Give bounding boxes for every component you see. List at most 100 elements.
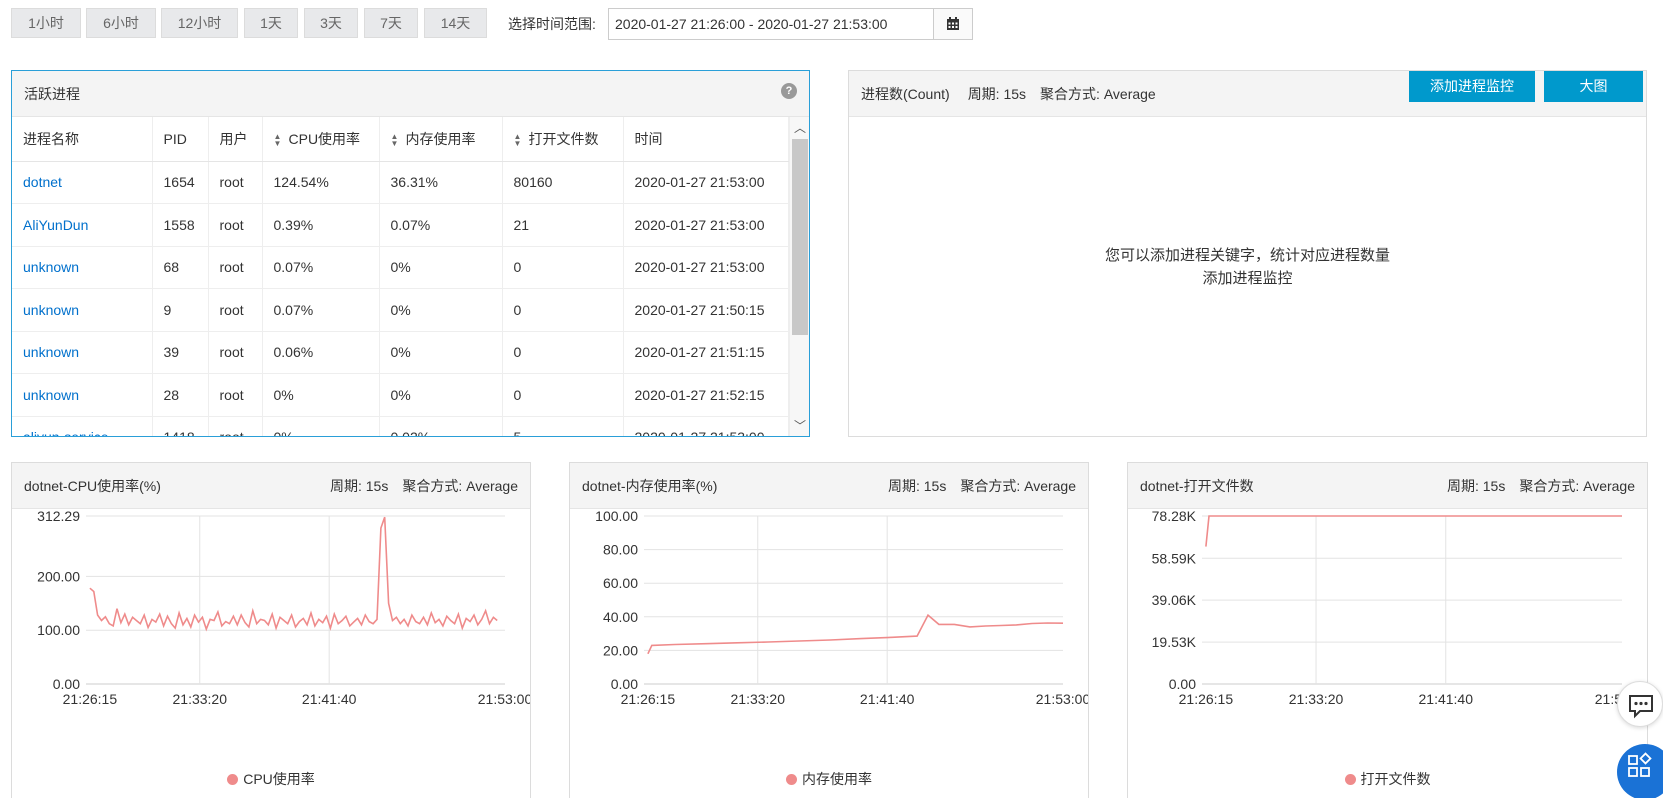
add-process-monitor-button[interactable]: 添加进程监控 [1409,71,1535,102]
process-name-cell[interactable]: dotnet [12,161,153,204]
col-open-files[interactable]: ▲ ▼ 打开文件数 [502,117,624,162]
process-count-header: 进程数(Count) 周期: 15s 聚合方式: Average 添加进程监控 … [849,71,1646,117]
sort-icon: ▲ ▼ [273,132,282,149]
x-tick-label: 21:33:20 [173,691,228,707]
active-process-header: 活跃进程 ? [12,71,809,117]
col-cpu[interactable]: ▲ ▼ CPU使用率 [262,117,380,162]
memory-usage-cell: 0.02% [379,416,503,436]
cpu-usage-cell: 0% [262,416,380,436]
chat-icon [1629,695,1653,719]
calendar-button[interactable] [933,8,973,40]
time-button-12h[interactable]: 12小时 [161,8,238,38]
period-label: 周期: 15s [1446,477,1506,494]
process-name-cell[interactable]: aliyun-service [12,416,153,436]
timestamp-cell: 2020-01-27 21:51:15 [623,331,789,374]
period-label: 周期: 15s [967,85,1027,102]
table-row[interactable]: aliyun-service1418root0%0.02%52020-01-27… [12,416,789,436]
open-files-cell: 0 [502,331,624,374]
chart-legend[interactable]: 内存使用率 [570,769,1088,789]
x-tick-label: 21:41:40 [302,691,357,707]
col-pid: PID [152,117,209,162]
open-files-cell: 0 [502,373,624,417]
apps-button[interactable] [1617,744,1663,798]
user-cell: root [208,416,263,436]
y-tick-label: 312.29 [37,510,80,524]
time-button-14d[interactable]: 14天 [424,8,487,38]
scroll-down-icon[interactable]: ﹀ [794,417,806,434]
chart-panel-memory: dotnet-内存使用率(%) 周期: 15s 聚合方式: Average 10… [569,462,1089,798]
chart-legend[interactable]: 打开文件数 [1128,769,1647,789]
open-files-cell: 21 [502,203,624,247]
y-tick-label: 200.00 [37,568,80,584]
user-cell: root [208,288,263,332]
process-name-cell[interactable]: AliYunDun [12,203,153,247]
monitor-page: { "time_buttons":["1小时","6小时","12小时","1天… [0,0,1663,798]
table-row[interactable]: AliYunDun 1558 root 0.39% 0.07% 21 2020-01-27 … [12,203,789,247]
x-tick-label: 21:53:00 [1036,691,1088,707]
scroll-up-icon[interactable]: ︿ [794,119,806,136]
y-tick-label: 0.00 [1169,676,1196,692]
y-tick-label: 19.53K [1152,634,1197,650]
y-tick-label: 20.00 [603,642,638,658]
user-cell: root [208,203,263,247]
pid-cell: 1654 [152,161,209,204]
chat-button[interactable] [1617,681,1663,727]
series-line [89,516,498,632]
y-tick-label: 60.00 [603,575,638,591]
col-memory-label: 内存使用率 [405,130,476,147]
process-name-cell[interactable]: unknown [12,246,153,289]
x-tick-label: 21:26:15 [63,691,118,707]
user-cell: root [208,331,263,374]
chart-title: dotnet-内存使用率(%) [582,477,718,494]
time-button-7d[interactable]: 7天 [364,8,418,38]
panel-title: 进程数(Count) [861,85,950,102]
user-cell: root [208,161,263,204]
y-tick-label: 39.06K [1152,592,1197,608]
series-line [647,613,1064,655]
legend-label: CPU使用率 [243,771,315,787]
time-button-1h[interactable]: 1小时 [11,8,81,38]
add-process-monitor-link[interactable]: 添加进程监控 [849,267,1646,288]
table-row[interactable]: unknown 9 root 0.07% 0% 0 2020-01-27 21:50:15 [12,288,789,332]
process-name-cell[interactable]: unknown [12,373,153,417]
legend-dot [1344,774,1356,785]
aggregation-label: 聚合方式: Average [1040,85,1156,102]
chart-legend[interactable]: CPU使用率 [12,769,530,789]
x-tick-label: 21:53:00 [478,691,530,707]
table-row[interactable]: unknown 68 root 0.07% 0% 0 2020-01-27 21:53:00 [12,246,789,289]
y-tick-label: 100.00 [595,510,638,524]
process-count-panel: 进程数(Count) 周期: 15s 聚合方式: Average 添加进程监控 … [848,70,1647,437]
table-row[interactable]: unknown 28 root 0% 0% 0 2020-01-27 21:52:15 [12,373,789,417]
col-user: 用户 [208,117,263,162]
open-files-cell: 0 [502,246,624,289]
time-range-input[interactable]: 2020-01-27 21:26:00 - 2020-01-27 21:53:0… [608,8,934,40]
x-tick-label: 21:33:20 [1289,691,1344,707]
time-button-1d[interactable]: 1天 [244,8,298,38]
cpu-usage-cell: 124.54% [262,161,380,204]
big-chart-button[interactable]: 大图 [1544,71,1643,102]
time-button-6h[interactable]: 6小时 [86,8,156,38]
scroll-thumb[interactable] [792,139,808,335]
pid-cell: 28 [152,373,209,417]
table-row[interactable]: dotnet 1654 root 124.54% 36.31% 80160 2020-01-… [12,161,789,204]
col-process-name: 进程名称 [12,117,153,162]
user-cell: root [208,373,263,417]
timestamp-cell: 2020-01-27 21:50:15 [623,288,789,332]
help-icon[interactable]: ? [781,83,797,99]
x-tick-label: 21:41:40 [1419,691,1474,707]
time-button-3d[interactable]: 3天 [304,8,358,38]
chart-header: dotnet-CPU使用率(%) 周期: 15s 聚合方式: Average [12,463,530,509]
table-row[interactable]: unknown 39 root 0.06% 0% 0 2020-01-27 21:51:15 [12,331,789,374]
col-memory[interactable]: ▲ ▼ 内存使用率 [379,117,503,162]
period-label: 周期: 15s [887,477,947,494]
cpu-usage-cell: 0% [262,373,380,417]
aggregation-label: 聚合方式: Average [402,477,518,494]
y-tick-label: 0.00 [53,676,80,692]
process-name-cell[interactable]: unknown [12,288,153,332]
aggregation-label: 聚合方式: Average [1519,477,1635,494]
process-name-cell[interactable]: unknown [12,331,153,374]
chart-title: dotnet-CPU使用率(%) [24,477,161,494]
chart-header: dotnet-内存使用率(%) 周期: 15s 聚合方式: Average [570,463,1088,509]
y-tick-label: 80.00 [603,542,638,558]
table-scrollbar[interactable]: ︿ ﹀ [789,117,809,436]
